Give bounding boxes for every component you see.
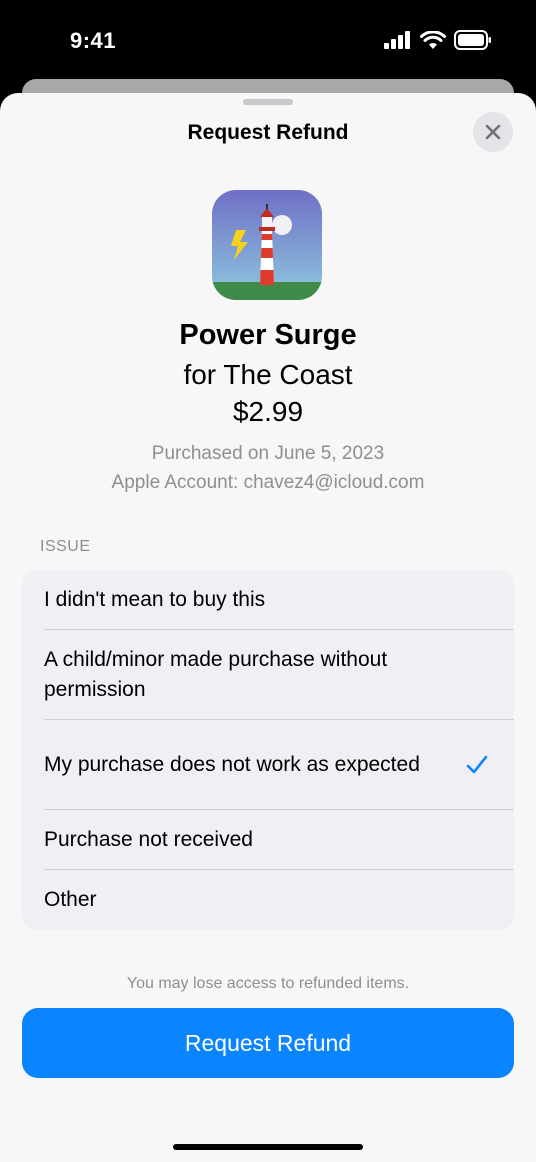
- issue-option-label: A child/minor made purchase without perm…: [44, 648, 388, 701]
- issue-option-other[interactable]: Other: [22, 870, 514, 930]
- cellular-signal-icon: [384, 31, 410, 49]
- issue-option-didnt-mean-to-buy[interactable]: I didn't mean to buy this: [22, 570, 514, 630]
- request-refund-button-label: Request Refund: [184, 1029, 352, 1056]
- issue-option-not-received[interactable]: Purchase not received: [22, 810, 514, 870]
- refund-note: You may lose access to refunded items.: [126, 975, 410, 992]
- request-refund-button[interactable]: Request Refund: [22, 1008, 514, 1078]
- xmark-icon: [485, 124, 501, 140]
- status-bar: 9:41: [0, 0, 536, 80]
- issue-option-child-purchase[interactable]: A child/minor made purchase without perm…: [22, 630, 514, 720]
- product-price: $2.99: [232, 396, 304, 427]
- issue-option-label: I didn't mean to buy this: [44, 588, 266, 611]
- product-name: Power Surge: [179, 319, 357, 351]
- issue-section-header: ISSUE: [40, 538, 91, 555]
- home-indicator[interactable]: [173, 1144, 363, 1150]
- issue-option-does-not-work[interactable]: My purchase does not work as expected: [22, 720, 514, 810]
- purchase-date: Purchased on June 5, 2023: [151, 443, 385, 464]
- issue-option-label: My purchase does not work as expected: [44, 753, 420, 776]
- account-email: Apple Account: chavez4@icloud.com: [111, 472, 425, 493]
- issue-list: I didn't mean to buy this A child/minor …: [22, 570, 514, 930]
- lighthouse-app-icon: [212, 190, 322, 300]
- close-button[interactable]: [473, 112, 513, 152]
- wifi-icon: [420, 30, 446, 49]
- product-subtitle: for The Coast: [183, 359, 353, 390]
- sheet-grabber[interactable]: [243, 99, 293, 105]
- battery-icon: [454, 30, 491, 50]
- checkmark-icon: [466, 755, 488, 774]
- issue-option-label: Purchase not received: [44, 828, 253, 851]
- status-icons: [384, 30, 492, 50]
- issue-option-label: Other: [44, 888, 97, 911]
- refund-sheet: Request Refund Power Surge for The Coast…: [0, 93, 536, 1162]
- status-time: 9:41: [70, 28, 117, 53]
- sheet-title: Request Refund: [187, 121, 349, 144]
